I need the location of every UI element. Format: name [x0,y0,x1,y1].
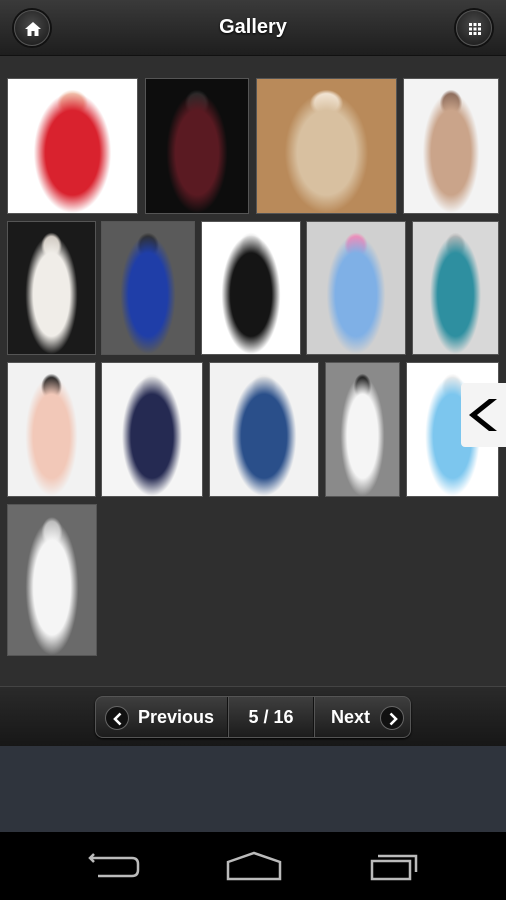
thumb-beige-gown[interactable] [256,78,397,214]
thumb-black-hilo-dress[interactable] [201,221,301,355]
previous-label: Previous [138,707,215,727]
side-drawer-tab[interactable] [461,383,506,447]
page-title: Gallery [219,16,287,38]
recent-apps-icon [370,854,418,881]
system-navigation-bar [0,832,506,900]
previous-button[interactable]: Previous [96,697,228,737]
pagination-bar: Previous 5 / 16 Next [0,686,506,746]
thumb-teal-hilo-dress[interactable] [412,221,499,355]
previous-circle [105,706,129,730]
thumb-burgundy-dress[interactable] [145,78,249,214]
back-button[interactable] [84,848,144,884]
chevron-left-icon [469,399,497,431]
thumb-blue-pink-dresses[interactable] [306,221,406,355]
header-bar: Gallery [0,0,506,56]
next-button[interactable]: Next [314,697,410,737]
empty-area [0,746,506,832]
page-indicator: 5 / 16 [228,697,314,737]
next-label: Next [331,707,371,727]
thumb-bronze-dress[interactable] [403,78,499,214]
thumb-blue-tulle-dress[interactable] [101,221,195,355]
thumb-black-white-dress[interactable] [325,362,400,497]
gallery-grid [0,56,506,686]
thumb-red-lace-dress[interactable] [7,78,138,214]
grid-icon [469,23,481,35]
thumb-blue-one-shoulder-dress[interactable] [209,362,319,497]
chevron-left-icon [113,712,122,726]
thumb-silver-white-dress[interactable] [7,504,97,656]
home-nav-button[interactable] [224,848,284,884]
pagination-control: Previous 5 / 16 Next [95,696,411,738]
thumb-peach-black-dress[interactable] [7,362,96,497]
thumb-white-sequin-dress[interactable] [7,221,96,355]
grid-menu-button[interactable] [456,10,492,46]
back-icon [88,853,140,878]
chevron-right-icon [389,712,398,726]
thumb-navy-strapless-dress[interactable] [101,362,203,497]
next-circle [380,706,404,730]
recent-apps-button[interactable] [366,848,426,884]
home-outline-icon [226,851,282,881]
